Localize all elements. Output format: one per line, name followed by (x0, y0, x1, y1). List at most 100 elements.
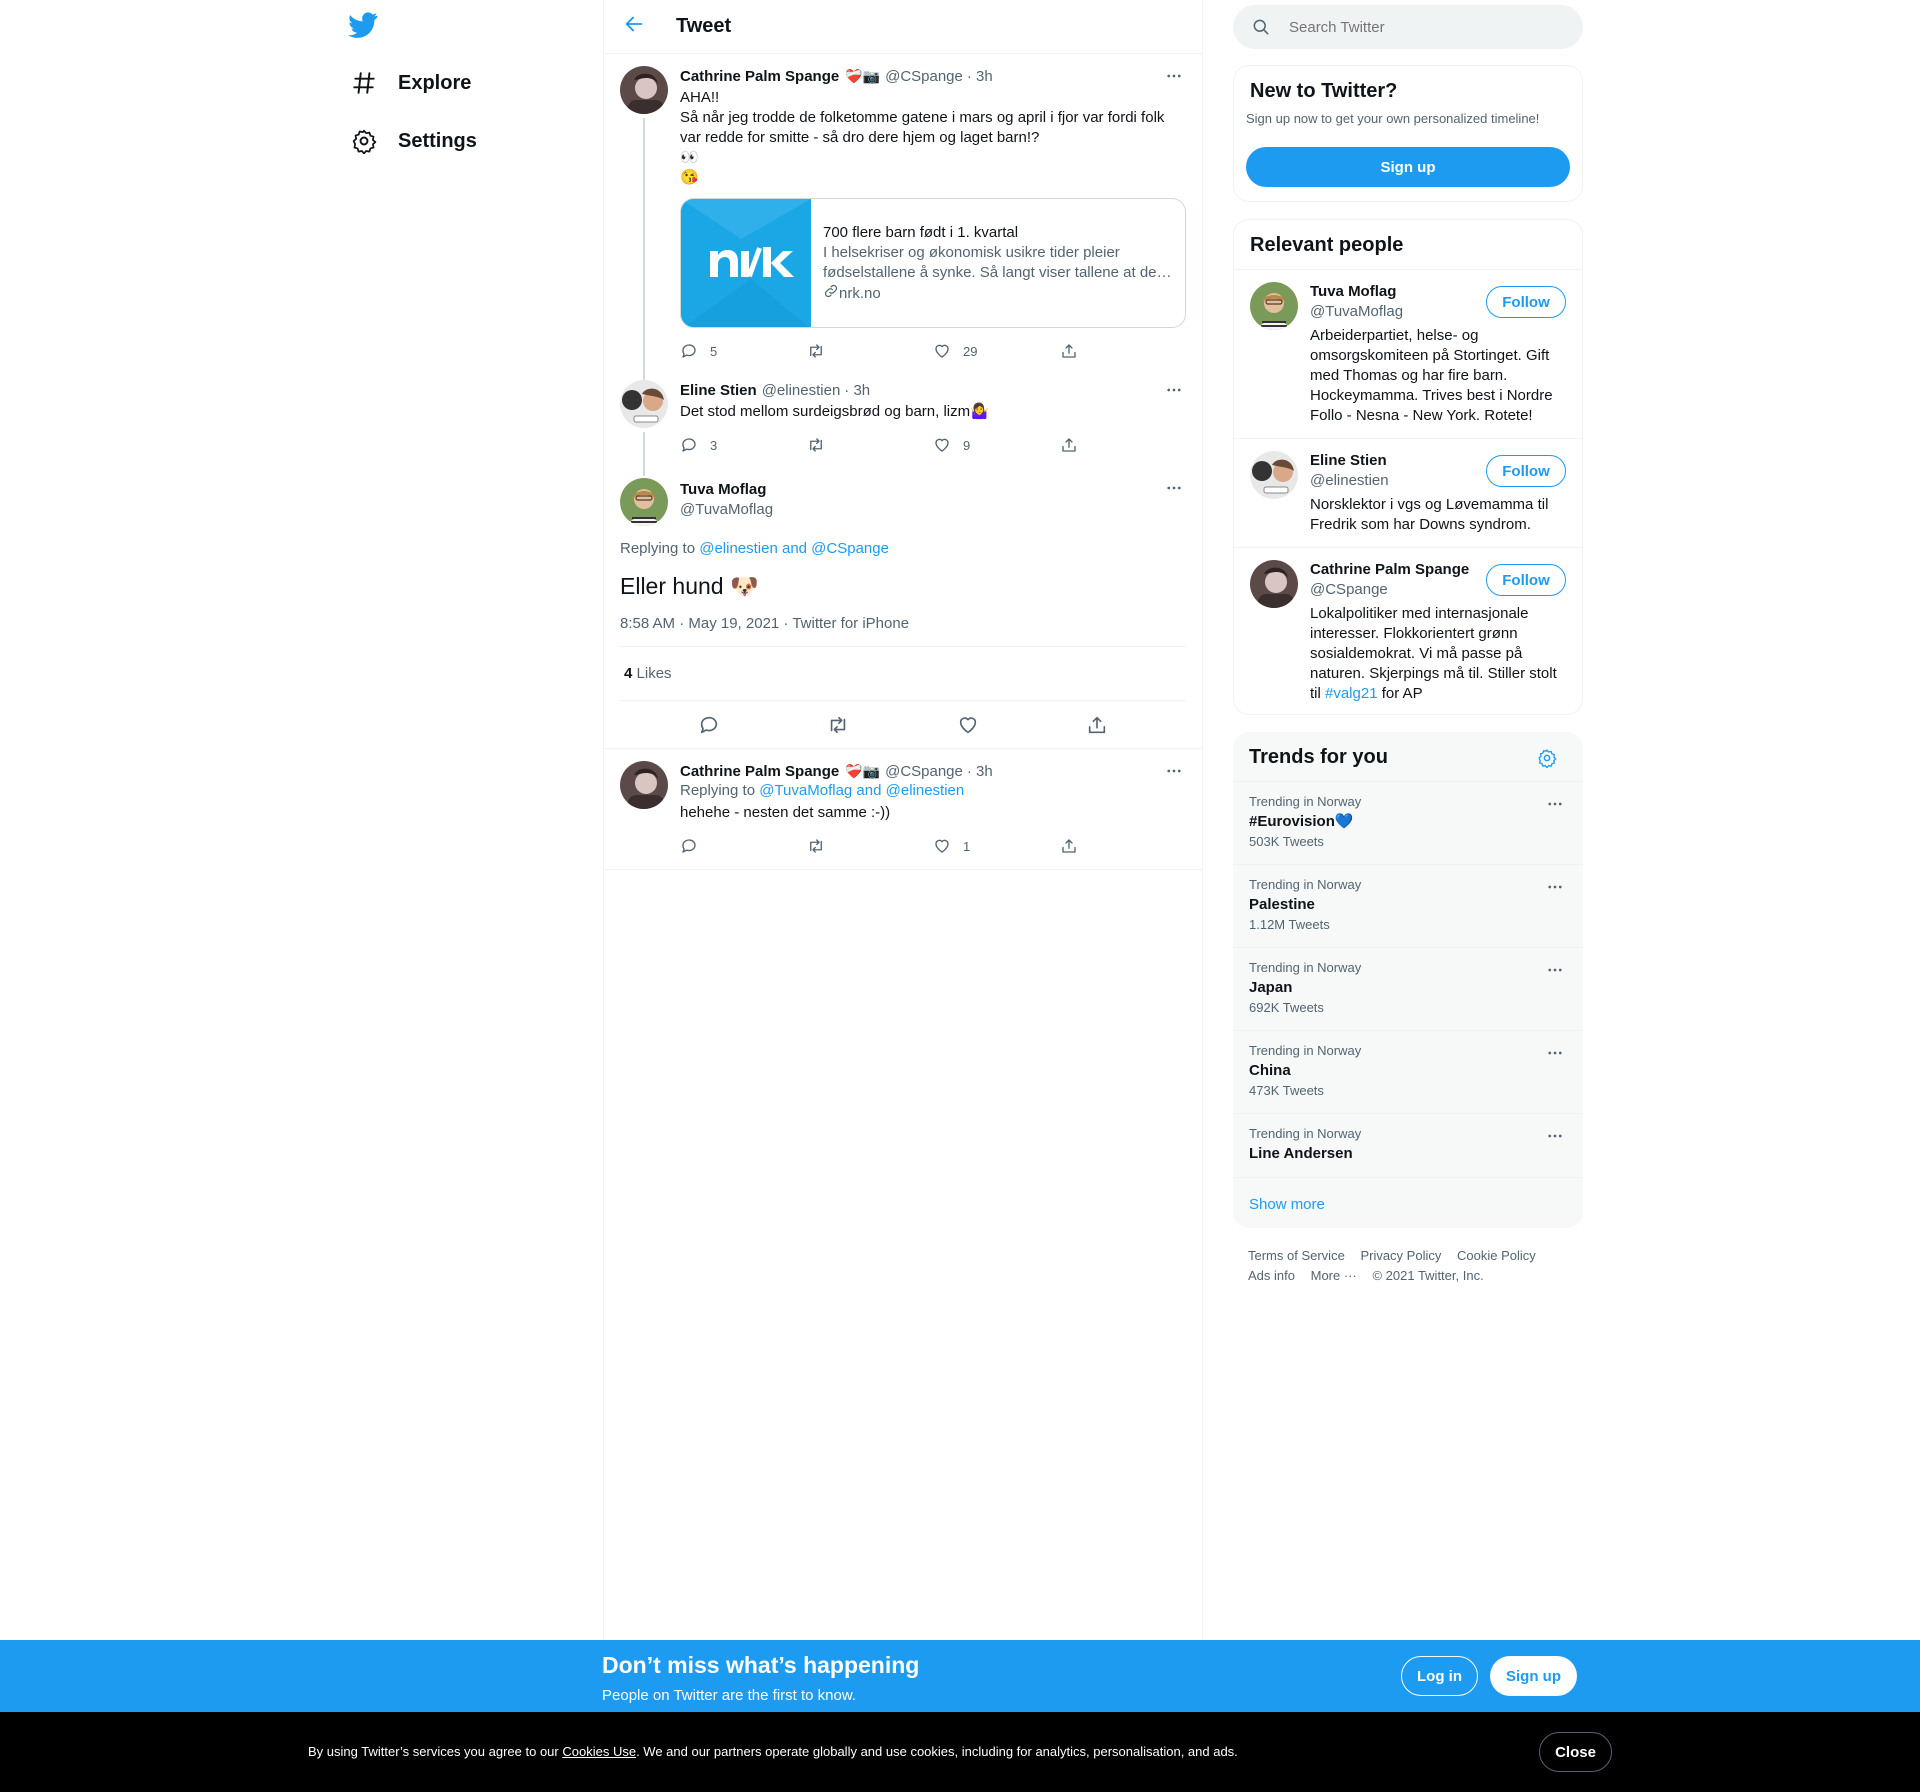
reply-tweet[interactable]: Cathrine Palm Spange ❤️‍🩹📷 @CSpange · 3h… (604, 749, 1202, 870)
thread-tweet-2[interactable]: Eline Stien @elinestien · 3h Det stod me… (604, 370, 1202, 476)
like-button[interactable]: 9 (933, 436, 1060, 454)
follow-button[interactable]: Follow (1486, 455, 1566, 487)
card-description: I helsekriser og økonomisk usikre tider … (823, 244, 1172, 281)
heart-icon[interactable] (957, 714, 979, 736)
author-handle[interactable]: @TuvaMoflag (680, 500, 1186, 520)
trend-item[interactable]: Trending in Norway Line Andersen (1233, 1113, 1583, 1177)
retweet-icon (807, 436, 825, 454)
author-handle[interactable]: @elinestien (762, 382, 841, 399)
cookie-text: By using Twitter’s services you agree to… (308, 1744, 1238, 1759)
main-column: Tweet Cathrine Palm Spange ❤️‍🩹📷 @CSpang… (603, 0, 1203, 1640)
author-name[interactable]: Cathrine Palm Spange (680, 763, 839, 780)
like-button[interactable]: 29 (933, 342, 1060, 360)
signup-bar-title: Don’t miss what’s happening (602, 1652, 920, 1678)
retweet-button[interactable] (807, 342, 934, 360)
more-icon[interactable] (1543, 1126, 1567, 1146)
author-name[interactable]: Tuva Moflag (680, 480, 1186, 500)
replying-to: Replying to @elinestien and @CSpange (620, 540, 1186, 557)
more-icon[interactable] (1162, 478, 1186, 498)
tweet-time[interactable]: · 3h (967, 763, 993, 780)
tweet-text: AHA!! Så når jeg trodde de folketomme ga… (680, 89, 1165, 186)
footer-ads-link[interactable]: Ads info (1248, 1268, 1295, 1283)
tweet-meta[interactable]: 8:58 AM · May 19, 2021 · Twitter for iPh… (620, 615, 1186, 647)
search-input[interactable] (1289, 18, 1549, 36)
trend-item[interactable]: Trending in Norway Japan 692K Tweets (1233, 947, 1583, 1030)
cookies-use-link[interactable]: Cookies Use (562, 1744, 636, 1759)
tweet-time[interactable]: · 3h (844, 382, 870, 399)
retweet-icon[interactable] (827, 714, 849, 736)
trend-item[interactable]: Trending in Norway Palestine 1.12M Tweet… (1233, 864, 1583, 947)
avatar[interactable] (620, 380, 668, 428)
focused-actions (604, 701, 1202, 749)
share-button[interactable] (1060, 837, 1187, 855)
like-button[interactable]: 1 (933, 837, 1060, 855)
login-button[interactable]: Log in (1401, 1656, 1478, 1696)
footer-terms-link[interactable]: Terms of Service (1248, 1248, 1345, 1263)
trend-item[interactable]: Trending in Norway #Eurovision💙 503K Twe… (1233, 781, 1583, 864)
nav-settings[interactable]: Settings (350, 121, 477, 161)
reply-button[interactable]: 5 (680, 342, 807, 360)
retweet-button[interactable] (807, 837, 934, 855)
share-button[interactable] (1060, 436, 1187, 454)
follow-button[interactable]: Follow (1486, 286, 1566, 318)
trend-name: Palestine (1249, 896, 1315, 913)
person-cathrine[interactable]: Cathrine Palm Spange @CSpange Lokalpolit… (1234, 547, 1582, 715)
tweet-time[interactable]: · 3h (967, 68, 993, 85)
thread-tweet-1[interactable]: Cathrine Palm Spange ❤️‍🩹📷 @CSpange · 3h… (604, 54, 1202, 388)
more-icon[interactable] (1543, 960, 1567, 980)
nav-explore[interactable]: Explore (350, 63, 471, 103)
author-handle[interactable]: @CSpange (885, 68, 963, 85)
reply-button[interactable]: 3 (680, 436, 807, 454)
reply-icon (680, 436, 698, 454)
replying-to-links[interactable]: @elinestien and @CSpange (699, 540, 889, 557)
person-bio: Lokalpolitiker med internasjonale intere… (1310, 604, 1566, 704)
trend-name: China (1249, 1062, 1291, 1079)
trend-item[interactable]: Trending in Norway China 473K Tweets (1233, 1030, 1583, 1113)
more-icon[interactable] (1543, 794, 1567, 814)
person-eline[interactable]: Eline Stien @elinestien Norsklektor i vg… (1234, 438, 1582, 547)
signup-button[interactable]: Sign up (1490, 1656, 1577, 1696)
author-handle[interactable]: @CSpange (885, 763, 963, 780)
footer-cookie-link[interactable]: Cookie Policy (1457, 1248, 1536, 1263)
heart-icon (933, 837, 951, 855)
link-card[interactable]: 700 flere barn født i 1. kvartal I helse… (680, 198, 1186, 328)
follow-button[interactable]: Follow (1486, 564, 1566, 596)
retweet-button[interactable] (807, 436, 934, 454)
avatar[interactable] (620, 761, 668, 809)
show-more-link[interactable]: Show more (1233, 1177, 1583, 1231)
sidebar-signup-button[interactable]: Sign up (1246, 147, 1570, 187)
share-button[interactable] (1060, 342, 1187, 360)
more-icon[interactable] (1162, 66, 1186, 86)
person-tuva[interactable]: Tuva Moflag @TuvaMoflag Arbeiderpartiet,… (1234, 269, 1582, 438)
author-name[interactable]: Eline Stien (680, 382, 757, 399)
more-icon[interactable] (1162, 761, 1186, 781)
gear-icon[interactable] (1537, 748, 1557, 774)
reply-button[interactable] (680, 837, 807, 855)
avatar[interactable] (1250, 451, 1298, 499)
avatar[interactable] (620, 478, 668, 526)
share-icon[interactable] (1086, 714, 1108, 736)
avatar[interactable] (1250, 282, 1298, 330)
author-name[interactable]: Cathrine Palm Spange (680, 68, 839, 85)
more-icon[interactable] (1543, 1043, 1567, 1063)
gear-icon (350, 127, 378, 155)
more-icon[interactable] (1162, 380, 1186, 400)
twitter-logo-icon[interactable] (348, 12, 382, 40)
likes-summary[interactable]: 4 Likes (620, 647, 1186, 701)
footer-privacy-link[interactable]: Privacy Policy (1360, 1248, 1441, 1263)
back-button[interactable] (606, 0, 662, 54)
new-to-twitter-title: New to Twitter? (1250, 80, 1398, 102)
footer-more-link[interactable]: More ··· (1311, 1268, 1357, 1283)
close-button[interactable]: Close (1539, 1732, 1612, 1772)
avatar[interactable] (620, 66, 668, 114)
page-title: Tweet (676, 15, 732, 37)
bio-hashtag-link[interactable]: #valg21 (1325, 685, 1378, 702)
nav-settings-label: Settings (398, 129, 477, 152)
replying-to-links[interactable]: @TuvaMoflag and @elinestien (759, 782, 964, 799)
trend-context: Trending in Norway (1249, 1043, 1362, 1058)
more-icon[interactable] (1543, 877, 1567, 897)
reply-icon[interactable] (698, 714, 720, 736)
tweet-actions: 5 29 (680, 332, 1186, 370)
search-box[interactable] (1233, 5, 1583, 49)
avatar[interactable] (1250, 560, 1298, 608)
